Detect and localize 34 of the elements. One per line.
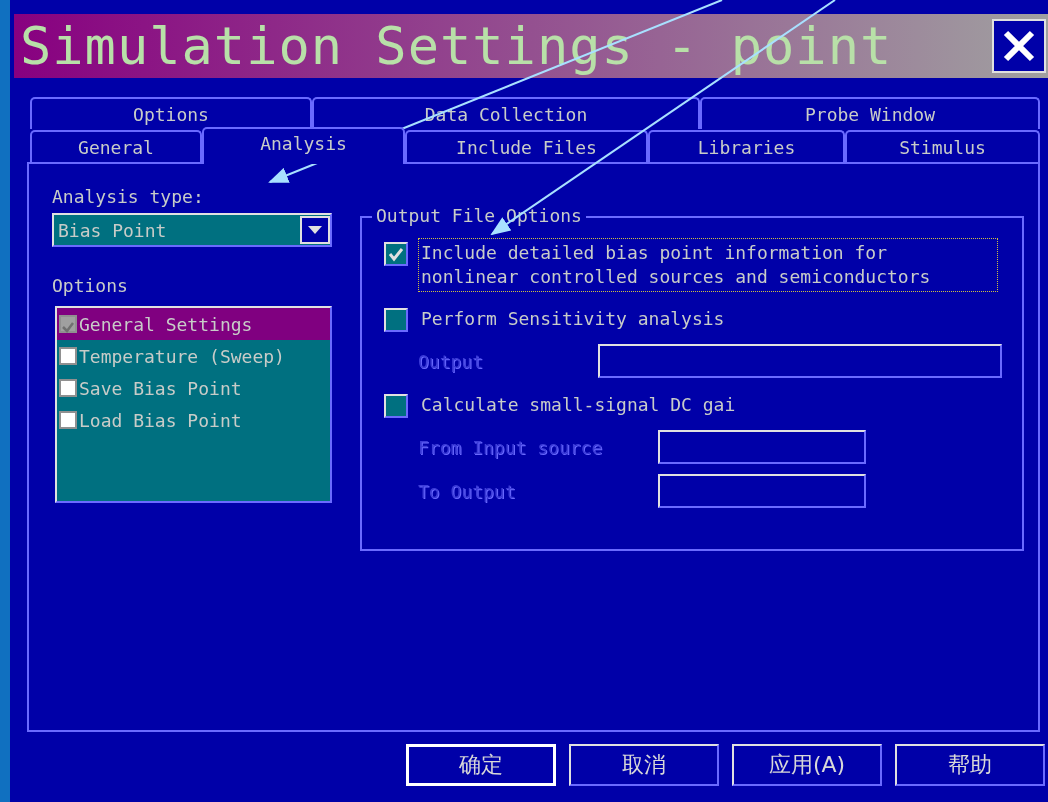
field-label: To Output [418,480,517,502]
dialog-button[interactable]: 帮助 [895,744,1045,786]
tab[interactable]: Stimulus [845,130,1040,162]
tab[interactable]: Include Files [405,130,648,162]
tab[interactable]: Analysis [202,127,405,164]
tab[interactable]: Options [30,97,312,129]
input-field[interactable] [658,474,866,508]
checkbox[interactable] [59,411,77,429]
dialog-button[interactable]: 取消 [569,744,719,786]
close-button[interactable] [992,19,1046,73]
tab[interactable]: General [30,130,202,162]
dialog-button[interactable]: 确定 [406,744,556,786]
input-field[interactable] [598,344,1002,378]
checkmark-icon [61,320,75,334]
field-label: From Input source [418,436,604,458]
checkmark-icon [388,246,404,262]
checkbox-label[interactable]: Include detailed bias point information for nonlinear controlled sources and semiconductors [418,238,998,292]
checkbox[interactable] [59,347,77,365]
field-label: Analysis type: [52,186,205,207]
list-item[interactable]: Temperature (Sweep) [57,340,330,372]
checkbox-label[interactable]: Perform Sensitivity analysis [418,304,728,334]
dropdown-icon[interactable] [300,216,330,244]
list-item[interactable]: Load Bias Point [57,404,330,436]
tab[interactable]: Probe Window [700,97,1040,129]
tab[interactable]: Libraries [648,130,845,162]
analysis-type-dropdown[interactable]: Bias Point [52,213,332,247]
checkbox-label[interactable]: Calculate small-signal DC gai [418,390,739,420]
list-label: Options [52,275,129,296]
close-icon [1002,29,1036,63]
dialog-button[interactable]: 应用(A) [732,744,882,786]
checkbox[interactable] [59,379,77,397]
list-item[interactable]: Save Bias Point [57,372,330,404]
field-label: Output [418,350,485,372]
input-field[interactable] [658,430,866,464]
